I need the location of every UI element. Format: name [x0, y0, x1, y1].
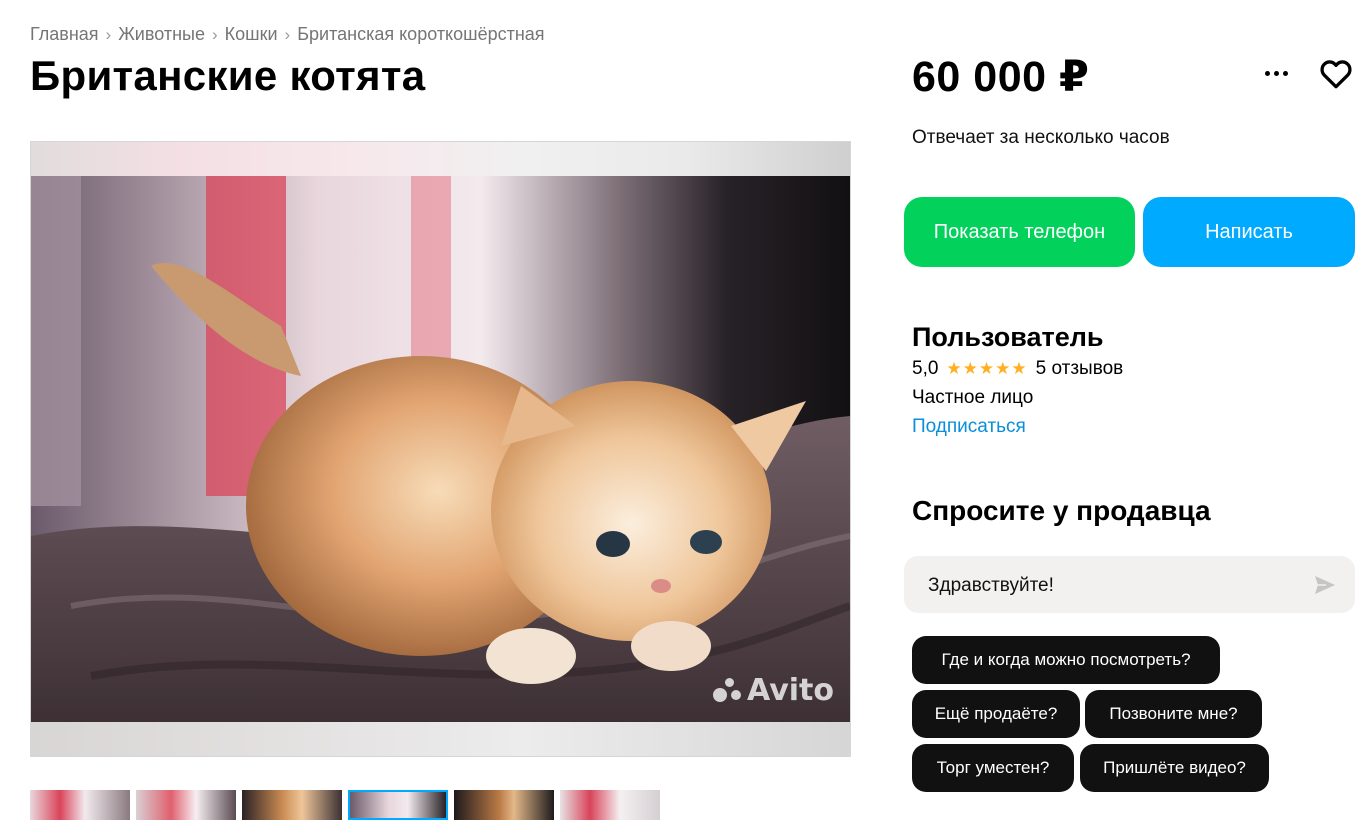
thumbnail-active[interactable] — [348, 790, 448, 820]
gallery-blur-top — [31, 142, 850, 176]
rating-stars-icon: ★★★★★ — [946, 359, 1028, 378]
breadcrumb-item-home[interactable]: Главная — [30, 24, 99, 45]
heart-icon[interactable] — [1318, 56, 1354, 92]
show-phone-button[interactable]: Показать телефон — [904, 197, 1135, 267]
photo-gallery[interactable]: Avito — [30, 141, 851, 757]
listing-title: Британские котята — [30, 52, 426, 99]
thumbnail[interactable] — [454, 790, 554, 820]
message-input[interactable] — [926, 556, 1310, 615]
ask-seller-form — [904, 556, 1355, 615]
breadcrumb-separator: › — [211, 24, 218, 44]
main-photo[interactable]: Avito — [31, 176, 850, 722]
quick-question-chip[interactable]: Где и когда можно посмотреть? — [912, 636, 1220, 684]
breadcrumb-separator: › — [284, 24, 291, 44]
reviews-link[interactable]: 5 отзывов — [1036, 358, 1124, 380]
thumbnail[interactable] — [560, 790, 660, 820]
thumbnail[interactable] — [242, 790, 342, 820]
thumbnail[interactable] — [30, 790, 130, 820]
response-time: Отвечает за несколько часов — [912, 127, 1170, 148]
more-dots-icon[interactable] — [1259, 58, 1293, 88]
subscribe-link[interactable]: Подписаться — [912, 416, 1026, 438]
ask-seller-title: Спросите у продавца — [912, 495, 1211, 526]
avito-logo-icon — [711, 676, 742, 706]
quick-question-chip[interactable]: Позвоните мне? — [1085, 690, 1262, 738]
breadcrumb: Главная › Животные › Кошки › Британская … — [30, 24, 545, 45]
quick-question-chip[interactable]: Ещё продаёте? — [912, 690, 1080, 738]
price: 60 000 ₽ — [912, 53, 1090, 101]
quick-question-chip[interactable]: Пришлёте видео? — [1080, 744, 1269, 792]
breadcrumb-item-animals[interactable]: Животные — [118, 24, 205, 45]
seller-rating: 5,0 ★★★★★ 5 отзывов — [912, 358, 1123, 380]
breadcrumb-separator: › — [105, 24, 112, 44]
write-message-button[interactable]: Написать — [1143, 197, 1355, 267]
kitten-photo-image — [31, 176, 850, 722]
rating-value: 5,0 — [912, 358, 939, 379]
quick-question-chip[interactable]: Торг уместен? — [912, 744, 1074, 792]
thumbnail-strip — [30, 790, 660, 820]
send-arrow-icon[interactable] — [1313, 573, 1337, 597]
breadcrumb-item-breed[interactable]: Британская короткошёрстная — [297, 24, 544, 45]
avito-watermark: Avito — [711, 673, 834, 708]
thumbnail[interactable] — [136, 790, 236, 820]
seller-type: Частное лицо — [912, 387, 1034, 408]
breadcrumb-item-cats[interactable]: Кошки — [225, 24, 278, 45]
watermark-text: Avito — [747, 673, 834, 708]
gallery-blur-bottom — [31, 722, 850, 756]
seller-name[interactable]: Пользователь — [912, 322, 1103, 353]
